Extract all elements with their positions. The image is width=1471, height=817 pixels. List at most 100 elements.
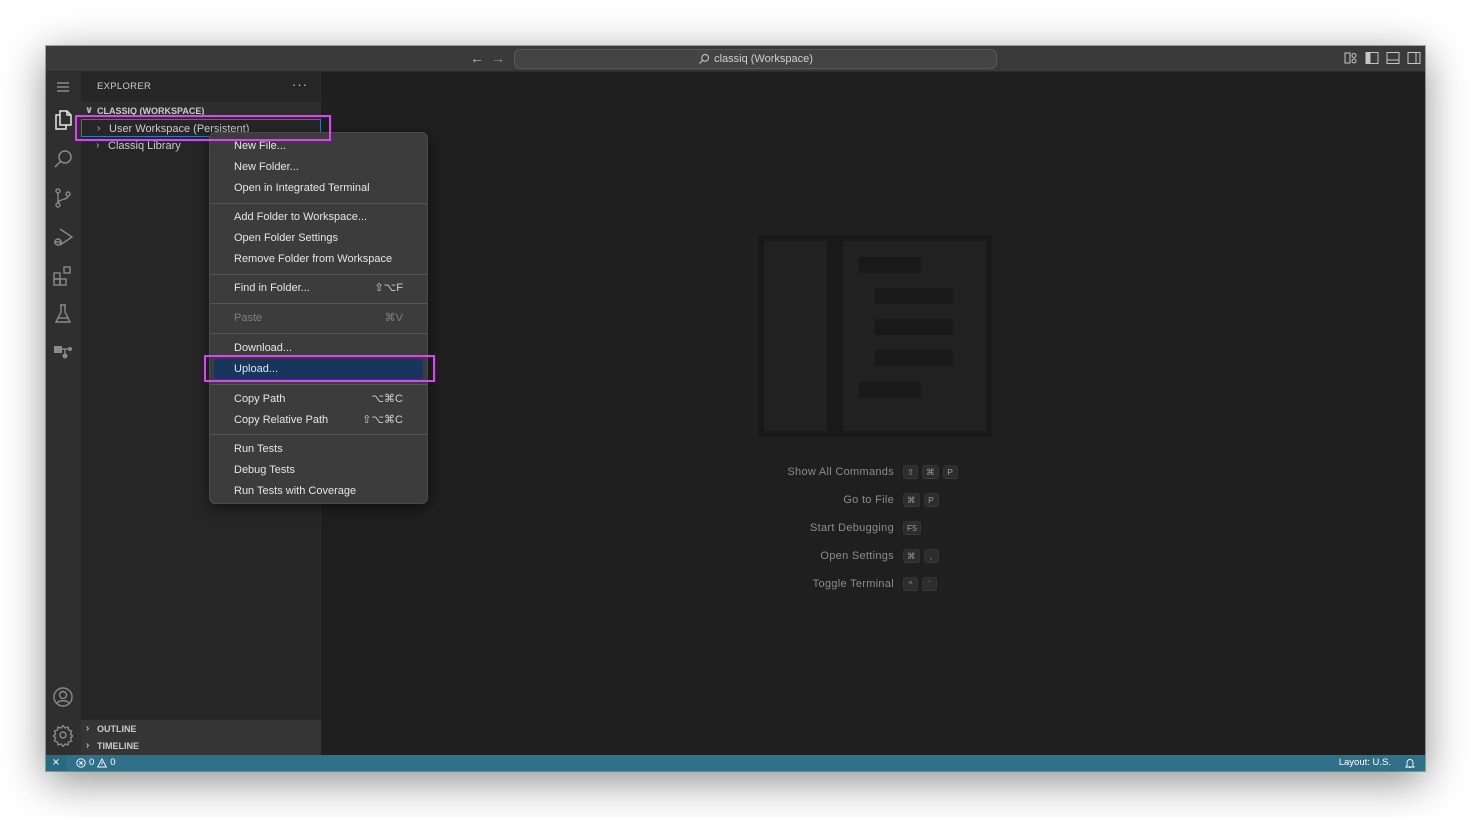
vscode-watermark-logo: [758, 235, 992, 437]
menu-item-open-folder-settings[interactable]: Open Folder Settings: [214, 228, 423, 248]
problems-indicator[interactable]: 0 0: [76, 755, 116, 771]
menu-item-label: Open Folder Settings: [234, 232, 338, 244]
search-icon[interactable]: [51, 147, 75, 171]
shortcut-label: Go to File: [843, 494, 894, 506]
menu-item-add-folder-to-workspace[interactable]: Add Folder to Workspace...: [214, 207, 423, 227]
menu-item-new-folder[interactable]: New Folder...: [214, 157, 423, 177]
menu-item-label: Copy Relative Path: [234, 414, 329, 426]
tree-item-label: Classiq Library: [108, 140, 181, 152]
menu-separator: [210, 274, 427, 275]
timeline-section[interactable]: › TIMELINE: [81, 737, 321, 755]
menu-item-label: Find in Folder...: [234, 282, 310, 294]
source-control-icon[interactable]: [51, 186, 75, 210]
workspace-header[interactable]: ∨ CLASSIQ (WORKSPACE): [81, 102, 321, 120]
menu-item-label: Debug Tests: [234, 464, 295, 476]
menu-item-run-tests-with-coverage[interactable]: Run Tests with Coverage: [214, 481, 423, 501]
command-center-label: classiq (Workspace): [714, 53, 813, 65]
menu-item-shortcut: ⌥⌘C: [371, 393, 403, 405]
hamburger-menu-icon[interactable]: [51, 75, 75, 99]
chevron-right-icon: ›: [86, 723, 90, 734]
testing-beaker-icon[interactable]: [51, 302, 75, 326]
menu-item-label: Copy Path: [234, 393, 286, 405]
menu-item-label: Remove Folder from Workspace: [234, 253, 393, 265]
key-ctrl: ^: [903, 577, 918, 591]
menu-item-new-file[interactable]: New File...: [214, 136, 423, 156]
menu-separator: [210, 434, 427, 435]
shortcut-show-all-commands: Show All Commands ⇧ ⌘ P: [701, 465, 1201, 483]
explorer-title: EXPLORER: [97, 81, 152, 92]
menu-item-shortcut: ⌘V: [384, 312, 403, 324]
remote-indicator-icon[interactable]: ⨯: [46, 755, 66, 771]
menu-item-shortcut: ⇧⌥⌘C: [362, 414, 403, 426]
remote-explorer-icon[interactable]: [51, 339, 75, 363]
warning-icon: [97, 758, 108, 768]
editor-area: Show All Commands ⇧ ⌘ P Go to File ⌘ P S…: [321, 72, 1425, 755]
menu-item-paste: Paste ⌘V: [214, 308, 423, 328]
account-icon[interactable]: [51, 685, 75, 709]
chevron-right-icon: ›: [97, 123, 101, 134]
forward-arrow-icon[interactable]: →: [490, 50, 506, 66]
search-icon: [699, 54, 710, 64]
workspace-header-label: CLASSIQ (WORKSPACE): [97, 106, 205, 116]
chevron-down-icon: ∨: [85, 105, 94, 116]
key-f5: F5: [903, 521, 921, 535]
activity-bar: [46, 72, 81, 755]
menu-item-label: Upload...: [234, 363, 279, 375]
menu-item-label: Download...: [234, 342, 293, 354]
shortcut-toggle-terminal: Toggle Terminal ^ `: [701, 577, 1201, 595]
explorer-files-icon[interactable]: [51, 108, 75, 132]
outline-section[interactable]: › OUTLINE: [81, 719, 321, 737]
customize-layout-icon[interactable]: [1344, 51, 1358, 65]
menu-item-upload[interactable]: Upload...: [214, 359, 423, 379]
gear-icon[interactable]: [51, 723, 75, 748]
menu-item-find-in-folder[interactable]: Find in Folder... ⇧⌥F: [214, 278, 423, 298]
shortcut-label: Show All Commands: [787, 466, 894, 478]
menu-separator: [210, 303, 427, 304]
warning-count: 0: [110, 757, 116, 768]
shortcut-label: Toggle Terminal: [812, 578, 894, 590]
key-cmd: ⌘: [903, 493, 920, 507]
menu-separator: [210, 333, 427, 334]
shortcut-label: Open Settings: [820, 550, 894, 562]
menu-item-label: Run Tests with Coverage: [234, 485, 357, 497]
key-p: P: [942, 465, 958, 479]
menu-item-label: New Folder...: [234, 161, 299, 173]
key-cmd: ⌘: [903, 549, 920, 563]
toggle-secondary-sidebar-icon[interactable]: [1407, 51, 1421, 65]
shortcut-start-debugging: Start Debugging F5: [701, 521, 1201, 539]
layout-controls: [1344, 51, 1421, 65]
back-arrow-icon[interactable]: ←: [469, 50, 485, 66]
menu-item-label: Run Tests: [234, 443, 283, 455]
status-bar: ⨯ 0 0 Layout: U.S.: [46, 755, 1425, 771]
chevron-right-icon: ›: [96, 140, 100, 151]
command-center-search[interactable]: classiq (Workspace): [514, 49, 997, 69]
run-debug-icon[interactable]: [51, 225, 75, 249]
shortcut-open-settings: Open Settings ⌘ ,: [701, 549, 1201, 567]
menu-item-shortcut: ⇧⌥F: [374, 282, 403, 294]
toggle-panel-icon[interactable]: [1386, 51, 1400, 65]
chevron-right-icon: ›: [86, 740, 90, 751]
outline-label: OUTLINE: [97, 724, 137, 734]
bell-icon[interactable]: [1404, 757, 1416, 769]
extensions-icon[interactable]: [51, 264, 75, 288]
menu-item-remove-folder[interactable]: Remove Folder from Workspace: [214, 249, 423, 269]
error-count: 0: [89, 757, 95, 768]
menu-item-label: Add Folder to Workspace...: [234, 211, 368, 223]
vscode-window: ← → classiq (Workspace) EXPLORER ··· ∨ C: [46, 46, 1425, 771]
shortcut-label: Start Debugging: [810, 522, 894, 534]
explorer-context-menu: New File... New Folder... Open in Integr…: [209, 132, 428, 504]
keyboard-layout-status[interactable]: Layout: U.S.: [1339, 755, 1391, 771]
timeline-label: TIMELINE: [97, 741, 139, 751]
menu-item-debug-tests[interactable]: Debug Tests: [214, 460, 423, 480]
menu-item-copy-path[interactable]: Copy Path ⌥⌘C: [214, 389, 423, 409]
key-p: P: [923, 493, 939, 507]
key-comma: ,: [923, 549, 939, 563]
toggle-primary-sidebar-icon[interactable]: [1365, 51, 1379, 65]
menu-item-run-tests[interactable]: Run Tests: [214, 439, 423, 459]
title-bar: ← → classiq (Workspace): [46, 46, 1425, 72]
more-actions-icon[interactable]: ···: [292, 77, 308, 92]
menu-item-open-in-terminal[interactable]: Open in Integrated Terminal: [214, 178, 423, 198]
menu-item-label: Open in Integrated Terminal: [234, 182, 370, 194]
menu-item-copy-relative-path[interactable]: Copy Relative Path ⇧⌥⌘C: [214, 410, 423, 430]
menu-item-download[interactable]: Download...: [214, 338, 423, 358]
